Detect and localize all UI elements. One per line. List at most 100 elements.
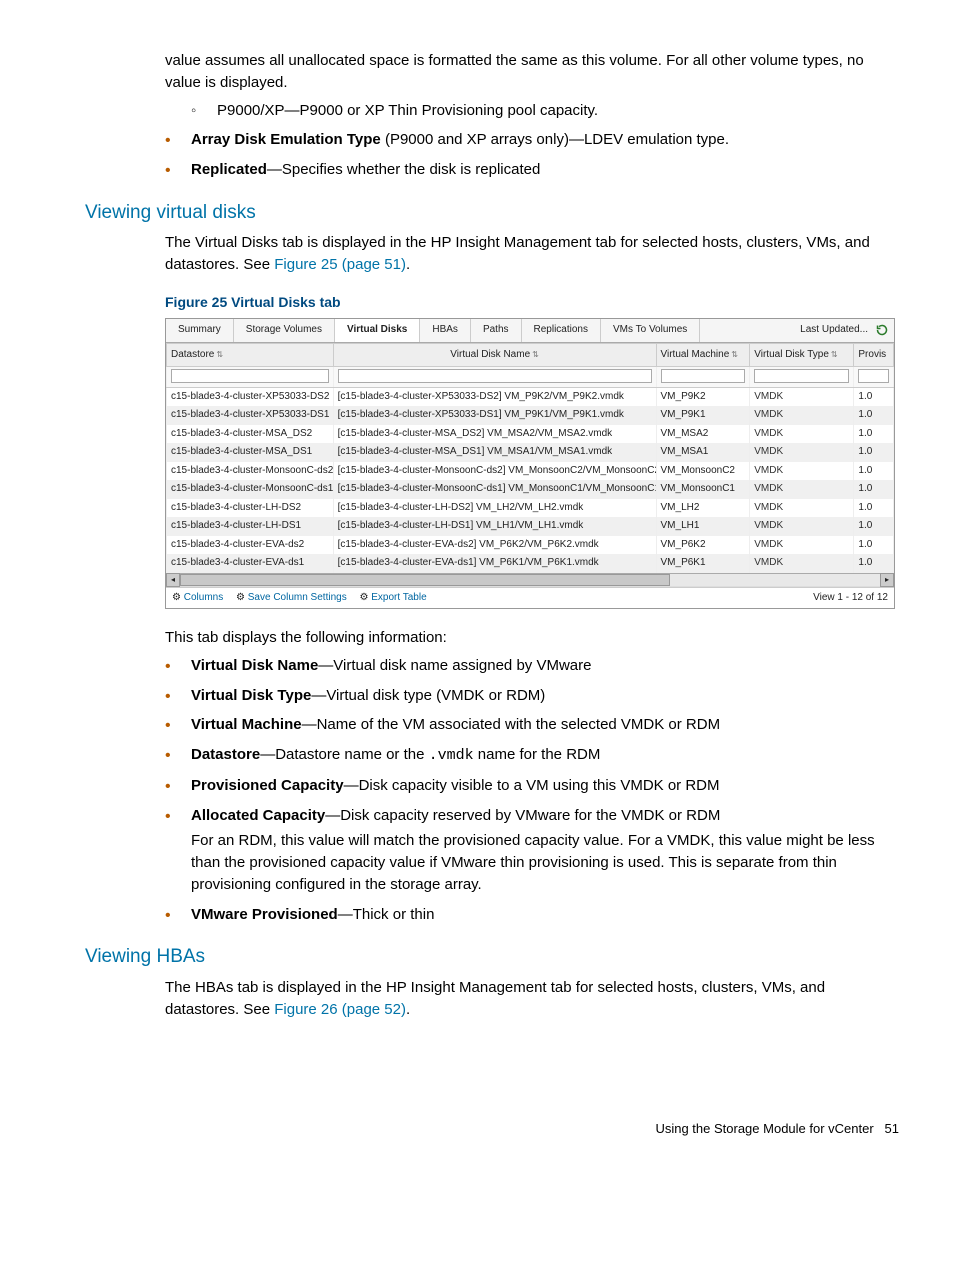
table-row[interactable]: c15-blade3-4-cluster-XP53033-DS1[c15-bla… [167,406,894,425]
mono-text: .vmdk [429,747,474,764]
table-cell: 1.0 [854,425,894,444]
bullet-array-disk-emulation: Array Disk Emulation Type (P9000 and XP … [165,129,899,151]
sort-icon[interactable]: ⇅ [831,350,838,359]
intro-sub-bullet: P9000/XP—P9000 or XP Thin Provisioning p… [191,100,899,122]
table-row[interactable]: c15-blade3-4-cluster-EVA-ds2[c15-blade3-… [167,536,894,555]
scroll-right-arrow[interactable]: ▸ [880,573,894,587]
tab-replications[interactable]: Replications [522,319,601,342]
table-row[interactable]: c15-blade3-4-cluster-LH-DS1[c15-blade3-4… [167,517,894,536]
table-cell: 1.0 [854,406,894,425]
table-cell: 1.0 [854,387,894,406]
sort-icon[interactable]: ⇅ [216,350,223,359]
table-cell: [c15-blade3-4-cluster-XP53033-DS1] VM_P9… [333,406,656,425]
col-header-vm[interactable]: Virtual Machine⇅ [656,343,750,367]
table-cell: VMDK [750,554,854,573]
figure-link-25[interactable]: Figure 25 (page 51) [274,256,406,273]
tab-vms-to-volumes[interactable]: VMs To Volumes [601,319,700,342]
table-cell: VM_P6K2 [656,536,750,555]
bullet-term: Datastore [191,746,260,763]
filter-vdname[interactable] [338,369,652,383]
info-bullet: Datastore—Datastore name or the .vmdk na… [165,744,899,767]
gear-icon: ⚙ [359,592,368,603]
table-cell: VM_P9K1 [656,406,750,425]
table-row[interactable]: c15-blade3-4-cluster-MonsoonC-ds2[c15-bl… [167,462,894,481]
info-bullet: Virtual Disk Name—Virtual disk name assi… [165,655,899,677]
table-row[interactable]: c15-blade3-4-cluster-MonsoonC-ds1[c15-bl… [167,480,894,499]
table-cell: [c15-blade3-4-cluster-MSA_DS1] VM_MSA1/V… [333,443,656,462]
filter-prov[interactable] [858,369,889,383]
hbas-para-text: The HBAs tab is displayed in the HP Insi… [165,979,825,1018]
tab-hbas[interactable]: HBAs [420,319,471,342]
table-cell: [c15-blade3-4-cluster-MSA_DS2] VM_MSA2/V… [333,425,656,444]
col-header-vtype[interactable]: Virtual Disk Type⇅ [750,343,854,367]
table-cell: c15-blade3-4-cluster-LH-DS1 [167,517,334,536]
table-cell: VM_LH1 [656,517,750,536]
filter-vm[interactable] [661,369,746,383]
table-cell: [c15-blade3-4-cluster-MonsoonC-ds1] VM_M… [333,480,656,499]
scroll-thumb[interactable] [180,574,670,586]
bullet-rest: —Name of the VM associated with the sele… [302,716,721,733]
filter-datastore[interactable] [171,369,329,383]
col-header-vdname[interactable]: Virtual Disk Name⇅ [333,343,656,367]
table-cell: VMDK [750,536,854,555]
bullet-term: Allocated Capacity [191,807,325,824]
bullet-term: Array Disk Emulation Type [191,131,381,148]
gear-icon: ⚙ [236,592,245,603]
table-cell: c15-blade3-4-cluster-EVA-ds1 [167,554,334,573]
table-row[interactable]: c15-blade3-4-cluster-MSA_DS2[c15-blade3-… [167,425,894,444]
scroll-left-arrow[interactable]: ◂ [166,573,180,587]
table-cell: VM_MonsoonC1 [656,480,750,499]
filter-vtype[interactable] [754,369,849,383]
table-cell: VMDK [750,425,854,444]
tab-storage-volumes[interactable]: Storage Volumes [234,319,335,342]
figure-25-screenshot: Summary Storage Volumes Virtual Disks HB… [165,318,895,609]
table-cell: c15-blade3-4-cluster-MonsoonC-ds1 [167,480,334,499]
table-cell: 1.0 [854,480,894,499]
bullet-term: Replicated [191,161,267,178]
hbas-para: The HBAs tab is displayed in the HP Insi… [165,977,899,1021]
section-title-virtual-disks: Viewing virtual disks [85,199,899,227]
table-row[interactable]: c15-blade3-4-cluster-EVA-ds1[c15-blade3-… [167,554,894,573]
tab-summary[interactable]: Summary [166,319,234,342]
refresh-icon[interactable] [876,324,888,336]
info-bullet: Virtual Machine—Name of the VM associate… [165,714,899,736]
view-count: View 1 - 12 of 12 [813,591,888,606]
footer-text: Using the Storage Module for vCenter [655,1121,873,1136]
virtual-disks-para: The Virtual Disks tab is displayed in th… [165,232,899,276]
info-bullet: Allocated Capacity—Disk capacity reserve… [165,805,899,896]
table-cell: VMDK [750,499,854,518]
tab-paths[interactable]: Paths [471,319,522,342]
table-cell: VM_MSA2 [656,425,750,444]
table-row[interactable]: c15-blade3-4-cluster-XP53033-DS2[c15-bla… [167,387,894,406]
figure-link-26[interactable]: Figure 26 (page 52) [274,1001,406,1018]
table-cell: VM_LH2 [656,499,750,518]
table-cell: [c15-blade3-4-cluster-LH-DS1] VM_LH1/VM_… [333,517,656,536]
export-table-link[interactable]: Export Table [371,592,426,603]
info-bullet: VMware Provisioned—Thick or thin [165,904,899,926]
table-cell: [c15-blade3-4-cluster-MonsoonC-ds2] VM_M… [333,462,656,481]
table-row[interactable]: c15-blade3-4-cluster-LH-DS2[c15-blade3-4… [167,499,894,518]
tab-virtual-disks[interactable]: Virtual Disks [335,319,420,342]
table-cell: 1.0 [854,536,894,555]
after-figure-intro: This tab displays the following informat… [165,627,899,649]
col-header-prov[interactable]: Provis [854,343,894,367]
table-cell: VM_P6K1 [656,554,750,573]
table-footer: ⚙ Columns ⚙ Save Column Settings ⚙ Expor… [166,587,894,609]
bullet-term: Provisioned Capacity [191,777,344,794]
bullet-replicated: Replicated—Specifies whether the disk is… [165,159,899,181]
hbas-para-end: . [406,1001,410,1018]
sort-icon[interactable]: ⇅ [532,350,539,359]
col-header-datastore[interactable]: Datastore⇅ [167,343,334,367]
scroll-track[interactable] [180,574,880,586]
save-columns-link[interactable]: Save Column Settings [248,592,347,603]
bullet-rest: (P9000 and XP arrays only)—LDEV emulatio… [381,131,729,148]
table-cell: c15-blade3-4-cluster-MSA_DS1 [167,443,334,462]
bullet-term: Virtual Disk Type [191,687,311,704]
horizontal-scrollbar[interactable]: ◂ ▸ [166,573,894,587]
columns-link[interactable]: Columns [184,592,223,603]
sort-icon[interactable]: ⇅ [731,350,738,359]
section-title-hbas: Viewing HBAs [85,943,899,971]
table-cell: c15-blade3-4-cluster-MonsoonC-ds2 [167,462,334,481]
table-row[interactable]: c15-blade3-4-cluster-MSA_DS1[c15-blade3-… [167,443,894,462]
last-updated-label[interactable]: Last Updated... [800,323,868,338]
